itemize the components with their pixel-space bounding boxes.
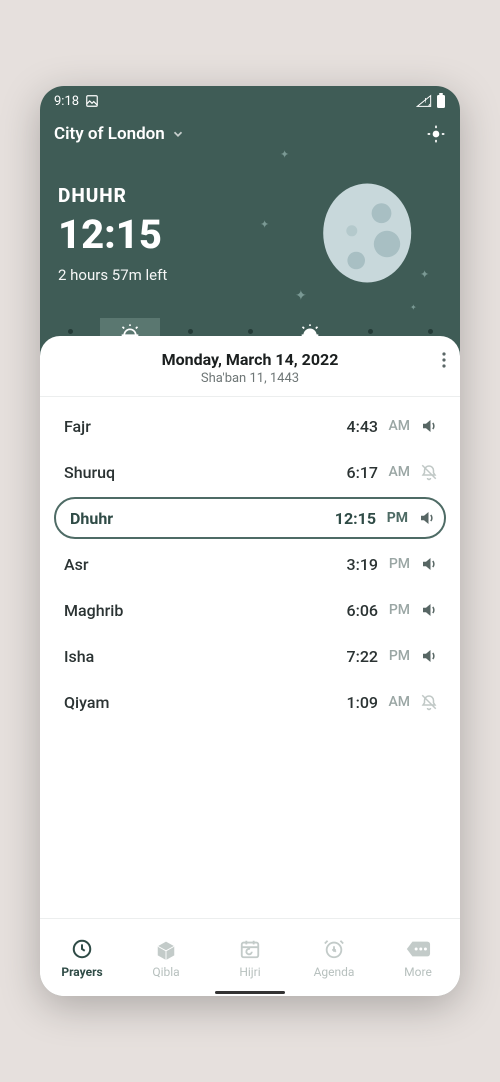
prayer-row-qiyam[interactable]: Qiyam1:09AM	[54, 679, 446, 725]
prayer-time: 12:15	[326, 509, 376, 528]
prayer-ampm: AM	[378, 418, 412, 434]
hero: ✦ ✦ ✦ ✦ ✦ ✦ DHUHR 12:15 2 hours 57m left	[40, 148, 460, 318]
sound-toggle[interactable]	[412, 463, 446, 481]
prayer-ampm: PM	[378, 602, 412, 618]
status-time: 9:18	[54, 94, 79, 109]
location-selector[interactable]: City of London	[54, 124, 185, 144]
card-header: Monday, March 14, 2022 Sha'ban 11, 1443	[40, 336, 460, 397]
prayer-row-fajr[interactable]: Fajr4:43AM	[54, 403, 446, 449]
picture-icon	[85, 94, 99, 108]
prayer-name: Isha	[54, 647, 328, 666]
nav-label: Agenda	[314, 965, 355, 979]
prayer-ampm: PM	[378, 556, 412, 572]
moon-icon	[310, 178, 420, 288]
nav-more[interactable]: More	[386, 937, 450, 979]
signal-icon: !	[416, 94, 432, 108]
sound-toggle[interactable]	[410, 509, 444, 527]
prayer-name: Shuruq	[54, 463, 328, 482]
status-right: !	[416, 93, 446, 109]
sound-on-icon	[420, 417, 438, 435]
nav-label: Prayers	[61, 965, 102, 979]
sound-off-icon	[420, 463, 438, 481]
more-options-button[interactable]	[442, 352, 446, 368]
battery-icon	[436, 93, 446, 109]
prayer-card: Monday, March 14, 2022 Sha'ban 11, 1443 …	[40, 336, 460, 996]
nav-prayers[interactable]: Prayers	[50, 937, 114, 979]
prayer-name: Dhuhr	[56, 509, 326, 528]
status-left: 9:18	[54, 94, 99, 109]
sound-toggle[interactable]	[412, 555, 446, 573]
sound-toggle[interactable]	[412, 693, 446, 711]
more-tag-icon	[405, 939, 431, 959]
nav-label: Qibla	[152, 965, 179, 979]
hijri-date: Sha'ban 11, 1443	[56, 371, 444, 386]
prayer-time: 6:06	[328, 601, 378, 620]
prayer-ampm: AM	[378, 464, 412, 480]
nav-label: More	[404, 965, 432, 979]
sound-off-icon	[420, 693, 438, 711]
location-name: City of London	[54, 124, 165, 144]
gregorian-date: Monday, March 14, 2022	[56, 350, 444, 369]
prayer-row-maghrib[interactable]: Maghrib6:06PM	[54, 587, 446, 633]
crosshair-icon	[426, 124, 446, 144]
prayer-row-dhuhr[interactable]: Dhuhr12:15PM	[54, 497, 446, 539]
chevron-down-icon	[171, 127, 185, 141]
sound-on-icon	[420, 601, 438, 619]
prayer-row-shuruq[interactable]: Shuruq6:17AM	[54, 449, 446, 495]
phone-frame: 9:18 ! City of London	[40, 86, 460, 996]
prayer-ampm: PM	[376, 510, 410, 526]
gps-button[interactable]	[426, 124, 446, 144]
prayer-time: 6:17	[328, 463, 378, 482]
prayer-row-asr[interactable]: Asr3:19PM	[54, 541, 446, 587]
sound-toggle[interactable]	[412, 601, 446, 619]
prayer-list: Fajr4:43AMShuruq6:17AMDhuhr12:15PMAsr3:1…	[40, 397, 460, 918]
status-bar: 9:18 !	[40, 86, 460, 116]
sound-on-icon	[420, 555, 438, 573]
alarm-icon	[323, 938, 345, 960]
sound-toggle[interactable]	[412, 647, 446, 665]
calendar-icon	[239, 938, 261, 960]
home-indicator	[215, 991, 285, 994]
nav-qibla[interactable]: Qibla	[134, 937, 198, 979]
prayer-row-isha[interactable]: Isha7:22PM	[54, 633, 446, 679]
prayer-name: Fajr	[54, 417, 328, 436]
bottom-nav: Prayers Qibla Hijri	[40, 918, 460, 996]
svg-text:!: !	[425, 97, 427, 104]
sound-toggle[interactable]	[412, 417, 446, 435]
prayer-ampm: PM	[378, 648, 412, 664]
sound-on-icon	[420, 647, 438, 665]
prayer-time: 4:43	[328, 417, 378, 436]
prayer-name: Maghrib	[54, 601, 328, 620]
prayer-time: 1:09	[328, 693, 378, 712]
nav-hijri[interactable]: Hijri	[218, 937, 282, 979]
prayer-time: 7:22	[328, 647, 378, 666]
kaaba-icon	[155, 938, 177, 960]
prayer-time: 3:19	[328, 555, 378, 574]
top-bar: City of London	[40, 116, 460, 148]
nav-label: Hijri	[239, 965, 260, 979]
prayer-ampm: AM	[378, 694, 412, 710]
prayer-name: Qiyam	[54, 693, 328, 712]
prayer-name: Asr	[54, 555, 328, 574]
kebab-icon	[442, 352, 446, 368]
sound-on-icon	[418, 509, 436, 527]
clock-icon	[71, 938, 93, 960]
nav-agenda[interactable]: Agenda	[302, 937, 366, 979]
